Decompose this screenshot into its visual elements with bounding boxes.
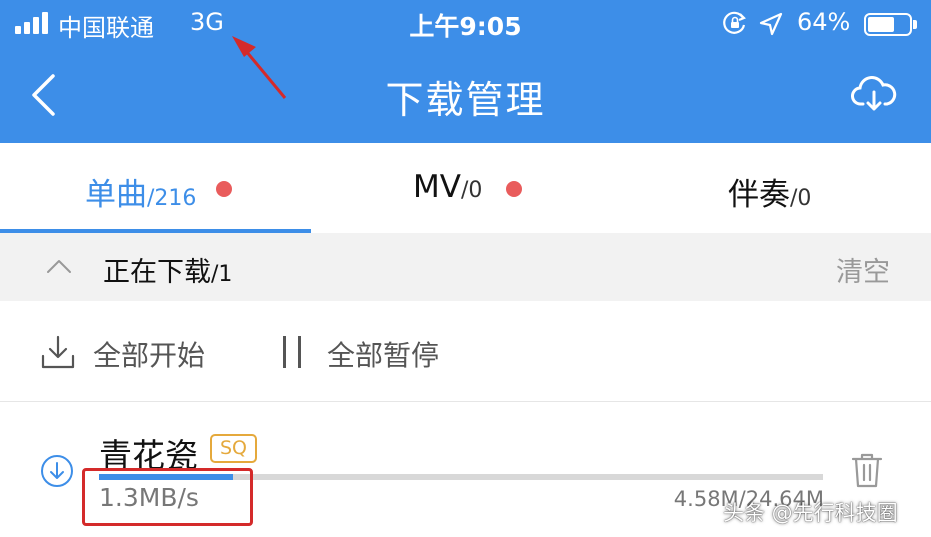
tab-songs-label: 单曲 bbox=[85, 177, 147, 213]
status-bar: 中国联通 3G 上午9:05 64% bbox=[0, 0, 931, 48]
tab-mv[interactable]: MV/0 bbox=[413, 169, 482, 209]
page-title: 下载管理 bbox=[385, 78, 546, 122]
rotation-lock-icon bbox=[723, 11, 746, 34]
status-time: 上午9:05 bbox=[409, 12, 522, 41]
tab-mv-dot bbox=[506, 181, 522, 197]
tab-accompaniment[interactable]: 伴奏/0 bbox=[728, 169, 812, 213]
download-status-icon[interactable] bbox=[40, 454, 74, 488]
pause-icon[interactable] bbox=[281, 336, 303, 368]
tab-bar: 单曲/216 MV/0 伴奏/0 bbox=[0, 143, 931, 233]
chevron-up-icon[interactable] bbox=[46, 257, 72, 275]
battery-nub bbox=[913, 20, 917, 29]
tab-accompaniment-count: /0 bbox=[790, 186, 812, 211]
location-arrow-icon bbox=[759, 12, 783, 36]
download-icon[interactable] bbox=[40, 334, 76, 370]
trash-icon[interactable] bbox=[850, 452, 884, 488]
watermark: 头条 @先行科技圈 bbox=[723, 501, 898, 525]
clear-button[interactable]: 清空 bbox=[836, 250, 890, 289]
tab-mv-count: /0 bbox=[460, 178, 483, 203]
tab-accompaniment-label: 伴奏 bbox=[728, 177, 790, 213]
quality-badge: SQ bbox=[210, 434, 257, 463]
section-count: /1 bbox=[211, 262, 233, 287]
cloud-download-icon[interactable] bbox=[851, 74, 897, 114]
app-header: 中国联通 3G 上午9:05 64% 下载管理 bbox=[0, 0, 931, 143]
pause-all-button[interactable]: 全部暂停 bbox=[327, 334, 439, 374]
battery-icon bbox=[864, 13, 912, 36]
speed-highlight-box bbox=[82, 468, 253, 526]
start-all-button[interactable]: 全部开始 bbox=[93, 334, 205, 374]
tab-songs-count: /216 bbox=[147, 186, 197, 211]
battery-percent: 64% bbox=[797, 8, 851, 36]
batch-actions-row: 全部开始 全部暂停 bbox=[0, 301, 931, 402]
section-title-label: 正在下载 bbox=[103, 257, 211, 288]
tab-songs-dot bbox=[216, 181, 232, 197]
tab-songs[interactable]: 单曲/216 bbox=[85, 169, 197, 213]
section-title: 正在下载/1 bbox=[103, 250, 232, 289]
battery-level bbox=[868, 17, 894, 32]
downloading-section-header[interactable]: 正在下载/1 清空 bbox=[0, 233, 931, 301]
tab-mv-label: MV bbox=[413, 169, 461, 205]
